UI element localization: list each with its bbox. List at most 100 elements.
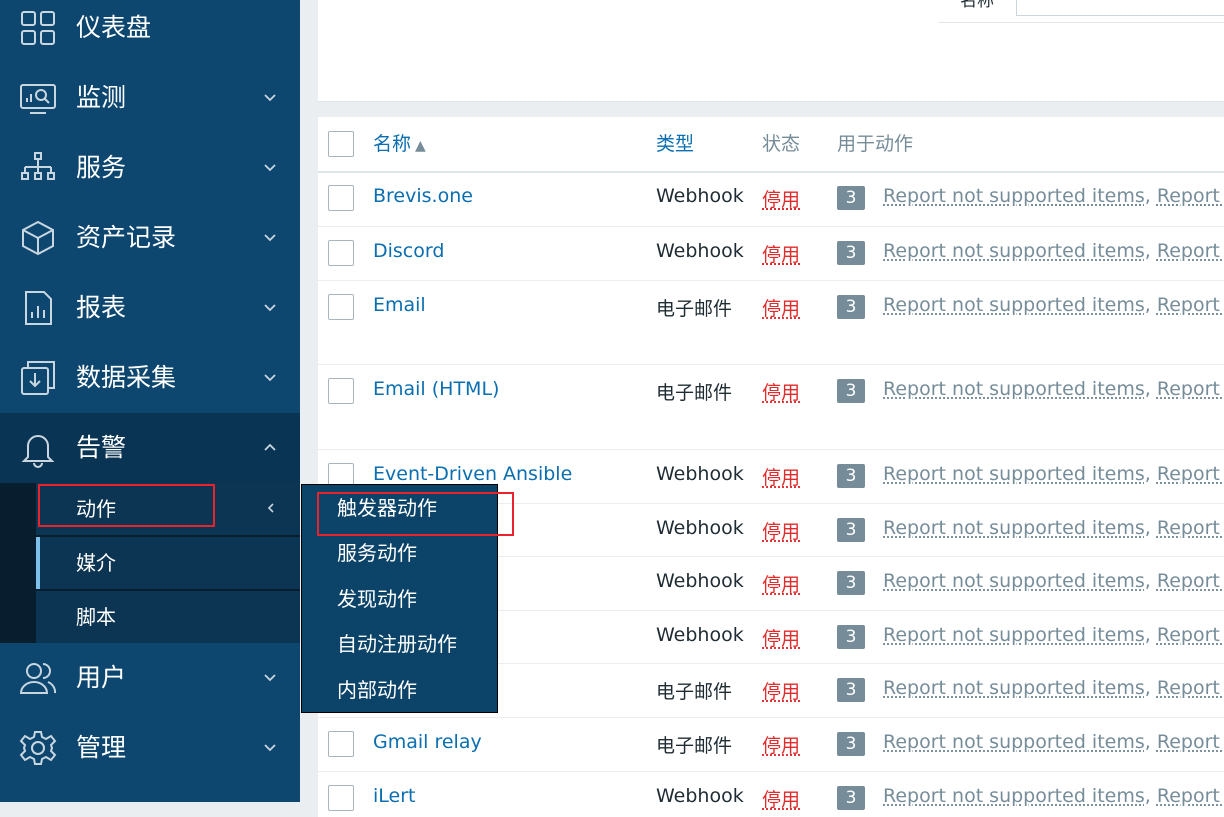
media-type-name-link[interactable]: Gmail relay [373,731,482,753]
data-collection-icon [18,358,58,398]
chevron-up-icon [262,439,278,455]
select-all-checkbox[interactable] [328,131,354,157]
nav-users[interactable]: 用户 [0,643,300,713]
action-link[interactable]: Report n [1157,240,1224,262]
action-link[interactable]: Report not supported items [883,570,1145,592]
row-checkbox[interactable] [328,785,354,811]
action-link[interactable]: Report n [1157,517,1224,539]
used-in-actions: Report not supported items, Report n [883,731,1224,753]
row-checkbox[interactable] [328,294,354,320]
status-disabled-link[interactable]: 停用 [762,185,800,212]
separator: , [1145,517,1157,539]
chevron-down-icon [262,669,278,685]
used-in-actions: Report not supported items, Report n [883,294,1224,316]
action-link[interactable]: Report not supported items [883,185,1145,207]
submenu-item-actions[interactable]: 动作 [36,483,300,535]
row-checkbox[interactable] [328,240,354,266]
action-count-badge: 3 [837,518,865,542]
action-link[interactable]: Report not supported items [883,624,1145,646]
media-type-name-link[interactable]: Email (HTML) [373,378,499,400]
status-disabled-link[interactable]: 停用 [762,517,800,544]
submenu-label: 媒介 [76,537,116,589]
row-checkbox[interactable] [328,731,354,757]
flyout-item-discovery-actions[interactable]: 发现动作 [337,585,417,613]
used-in-actions: Report not supported items, Report n [883,185,1224,207]
separator: , [1145,240,1157,262]
nav-alerts[interactable]: 告警 [0,413,300,483]
action-link[interactable]: Report not supported items [883,378,1145,400]
status-disabled-link[interactable]: 停用 [762,785,800,812]
flyout-item-service-actions[interactable]: 服务动作 [337,539,417,567]
action-link[interactable]: Report not supported items [883,240,1145,262]
action-count-badge: 3 [837,186,865,210]
flyout-item-internal-actions[interactable]: 内部动作 [337,676,417,704]
nav-label: 告警 [76,413,126,483]
action-link[interactable]: Report n [1157,378,1224,400]
nav-dashboard[interactable]: 仪表盘 [0,0,300,63]
submenu-item-scripts[interactable]: 脚本 [36,591,300,643]
alerts-submenu: 动作 媒介 脚本 [0,483,300,643]
chevron-down-icon [262,89,278,105]
nav-data-collection[interactable]: 数据采集 [0,343,300,413]
submenu-item-media[interactable]: 媒介 [36,537,300,589]
action-link[interactable]: Report n [1157,463,1224,485]
filter-divider [938,22,1224,23]
row-checkbox[interactable] [328,185,354,211]
media-type-name-link[interactable]: Event-Driven Ansible [373,463,572,485]
action-link[interactable]: Report n [1157,570,1224,592]
action-link[interactable]: Report n [1157,294,1224,316]
media-type-type: Webhook [656,463,744,485]
nav-label: 仪表盘 [76,0,151,63]
action-link[interactable]: Report n [1157,677,1224,699]
media-type-type: 电子邮件 [656,731,732,758]
media-type-name-link[interactable]: Discord [373,240,444,262]
action-link[interactable]: Report not supported items [883,677,1145,699]
media-type-type: Webhook [656,185,744,207]
nav-services[interactable]: 服务 [0,133,300,203]
column-name-header[interactable]: 名称 ▲ [373,117,426,173]
nav-monitoring[interactable]: 监测 [0,63,300,133]
status-disabled-link[interactable]: 停用 [762,731,800,758]
monitoring-icon [18,78,58,118]
action-link[interactable]: Report not supported items [883,517,1145,539]
nav-administration[interactable]: 管理 [0,713,300,783]
action-link[interactable]: Report n [1157,624,1224,646]
flyout-item-trigger-actions[interactable]: 触发器动作 [337,494,437,522]
separator: , [1145,624,1157,646]
action-count-badge: 3 [837,464,865,488]
media-type-name-link[interactable]: Email [373,294,426,316]
media-type-name-link[interactable]: iLert [373,785,415,807]
chevron-down-icon [262,739,278,755]
media-type-type: 电子邮件 [656,294,732,321]
status-disabled-link[interactable]: 停用 [762,294,800,321]
status-disabled-link[interactable]: 停用 [762,624,800,651]
used-in-actions: Report not supported items, Report n [883,463,1224,485]
filter-name-input[interactable] [1016,0,1224,16]
nav-inventory[interactable]: 资产记录 [0,203,300,273]
dashboard-icon [18,8,58,48]
action-link[interactable]: Report not supported items [883,463,1145,485]
action-link[interactable]: Report n [1157,185,1224,207]
status-disabled-link[interactable]: 停用 [762,677,800,704]
action-link[interactable]: Report not supported items [883,294,1145,316]
table-row: iLert Webhook 停用 3 Report not supported item… [318,771,1224,817]
action-link[interactable]: Report not supported items [883,785,1145,807]
flyout-item-autoregistration-actions[interactable]: 自动注册动作 [337,630,457,658]
status-disabled-link[interactable]: 停用 [762,240,800,267]
nav-label: 管理 [76,713,126,783]
action-link[interactable]: Report n [1157,785,1224,807]
status-disabled-link[interactable]: 停用 [762,570,800,597]
action-link[interactable]: Report n [1157,731,1224,753]
media-type-type: Webhook [656,570,744,592]
nav-reports[interactable]: 报表 [0,273,300,343]
status-disabled-link[interactable]: 停用 [762,378,800,405]
table-header: 名称 ▲ 类型 状态 用于动作 [318,117,1224,173]
separator: , [1145,378,1157,400]
media-type-name-link[interactable]: Brevis.one [373,185,473,207]
row-checkbox[interactable] [328,378,354,404]
table-row: Brevis.one Webhook 停用 3 Report not supported… [318,171,1224,227]
media-type-type: 电子邮件 [656,378,732,405]
action-link[interactable]: Report not supported items [883,731,1145,753]
column-type-header[interactable]: 类型 [656,117,694,171]
status-disabled-link[interactable]: 停用 [762,463,800,490]
